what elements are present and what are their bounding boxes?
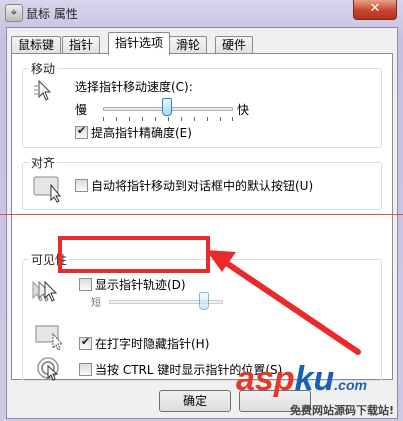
- watermark-tagline: 免费网站源码下载站!: [290, 404, 395, 417]
- watermark-logo: aspku.com: [236, 360, 367, 399]
- watermark-brand-a: asp: [236, 360, 295, 398]
- red-arrow-annotation: [206, 250, 361, 355]
- watermark-brand-b: ku: [294, 360, 335, 398]
- watermark-brand-c: .com: [334, 377, 367, 393]
